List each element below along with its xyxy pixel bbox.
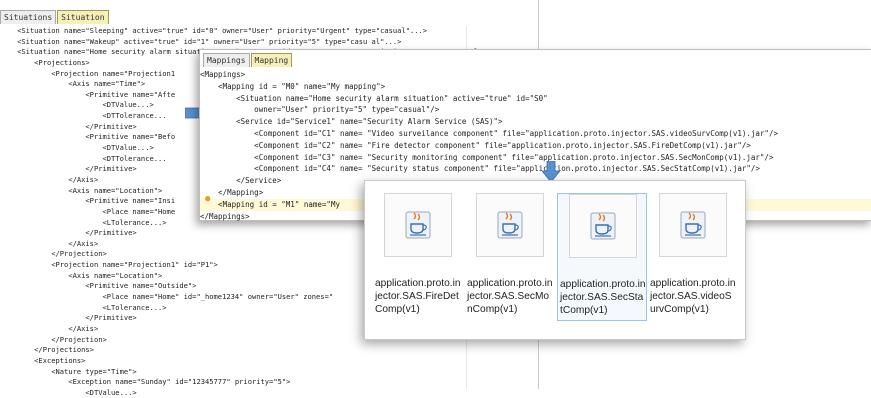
code-line: <Component id="C4" name= "Security statu… xyxy=(200,164,760,174)
file-thumbnail xyxy=(569,194,637,258)
code-line: <Component id="C3" name= "Security monit… xyxy=(200,152,774,162)
code-line: <Service id="Service1" name="Security Al… xyxy=(200,117,503,127)
code-line: <Situation name="Home security alarm sit… xyxy=(200,93,548,103)
code-line: <Mapping id = "M0" name="My mapping"> xyxy=(200,81,386,91)
file-item[interactable]: application.proto.injector.SAS.SecMonCom… xyxy=(465,193,553,319)
file-item[interactable]: application.proto.injector.SAS.FireDetCo… xyxy=(373,193,461,319)
lightbulb-icon[interactable]: ● xyxy=(205,194,210,204)
file-thumbnail xyxy=(659,193,727,257)
tab-mapping[interactable]: Mapping xyxy=(250,53,293,67)
code-line: <Nature type="Time"> xyxy=(0,366,137,376)
java-icon xyxy=(680,211,706,239)
code-line: <Situation name="Sleeping" active="true"… xyxy=(0,26,428,35)
code-line: owner="User" priority="5" type="casual"/… xyxy=(200,105,440,115)
java-icon xyxy=(590,212,616,240)
code-line: <DTValue...> xyxy=(0,387,137,397)
tab-situation[interactable]: Situation xyxy=(57,10,109,24)
file-name: application.proto.injector.SAS.SecMonCom… xyxy=(467,278,553,315)
code-line: <Exceptions> xyxy=(0,355,86,365)
code-line: </Projections> xyxy=(0,345,94,355)
file-item[interactable]: application.proto.injector.SAS.videoSurv… xyxy=(648,193,736,319)
code-line: <Component id="C2" name= "Fire detector … xyxy=(200,140,751,150)
file-thumbnail xyxy=(384,193,452,257)
java-icon xyxy=(497,211,523,239)
file-explorer-panel: application.proto.injector.SAS.FireDetCo… xyxy=(364,180,746,340)
tab-mappings[interactable]: Mappings xyxy=(203,53,250,67)
file-name: application.proto.injector.SAS.videoSurv… xyxy=(650,278,736,315)
code-line: <Mappings> xyxy=(200,70,246,79)
mappings-tab-bar: Mappings Mapping xyxy=(203,53,871,67)
java-icon xyxy=(405,211,431,239)
file-thumbnail xyxy=(476,193,544,257)
code-line: <Component id="C1" name= "Video surveila… xyxy=(200,128,778,138)
tab-situations[interactable]: Situations xyxy=(0,10,57,24)
code-line: <Exception name="Sunday" id="12345777" p… xyxy=(0,377,291,387)
file-name: application.proto.injector.SAS.FireDetCo… xyxy=(375,278,461,315)
code-line: <Situation name="Wakeup" active="true" i… xyxy=(0,36,402,46)
file-name: application.proto.injector.SAS.SecStatCo… xyxy=(560,279,646,316)
situations-tab-bar: Situations Situation xyxy=(0,10,538,24)
file-item[interactable]: application.proto.injector.SAS.SecStatCo… xyxy=(557,193,647,321)
